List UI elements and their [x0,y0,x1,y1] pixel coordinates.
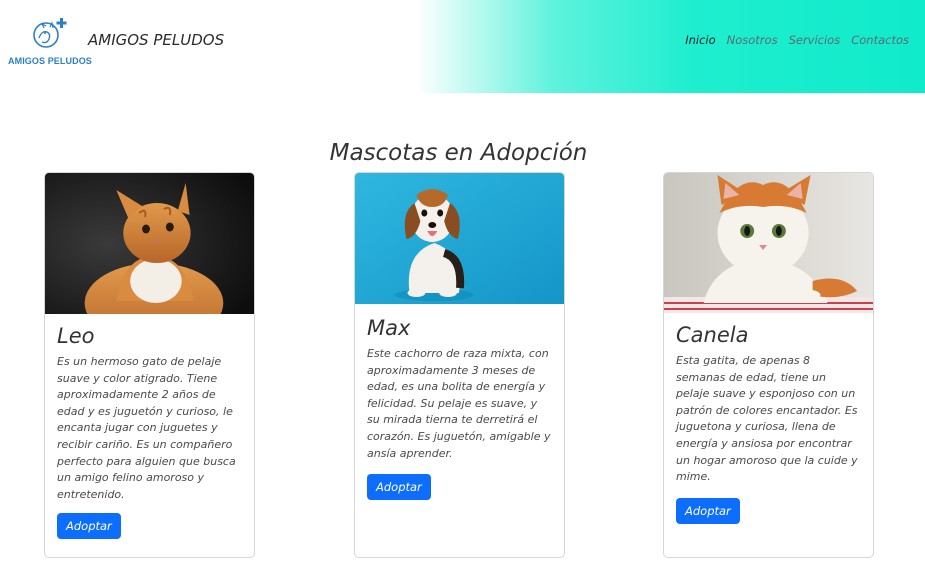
pet-card-leo: Leo Es un hermoso gato de pelaje suave y… [44,172,255,558]
nav-item-inicio[interactable]: Inicio [685,33,715,47]
pet-name: Max [367,316,411,340]
pet-description: Es un hermoso gato de pelaje suave y col… [57,355,236,501]
adopt-button-leo[interactable]: Adoptar [57,513,121,540]
beagle-puppy-image [355,173,564,304]
nav-item-nosotros[interactable]: Nosotros [727,33,778,47]
orange-tabby-cat-image [45,173,254,314]
nav-item-contactos[interactable]: Contactos [851,33,909,47]
pet-name: Canela [676,323,749,347]
pet-description: Esta gatita, de apenas 8 semanas de edad… [676,354,858,484]
pet-logo-icon [33,18,67,48]
page-title: Mascotas en Adopción [329,140,588,166]
brand-name[interactable]: AMIGOS PELUDOS [88,31,224,49]
pet-card-canela: Canela Esta gatita, de apenas 8 semanas … [663,172,874,558]
pet-card-max: Max Este cachorro de raza mixta, con apr… [354,172,565,558]
main-nav: Inicio Nosotros Servicios Contactos [685,33,909,47]
adopt-button-canela[interactable]: Adoptar [676,497,740,524]
adopt-button-max[interactable]: Adoptar [367,474,431,501]
logo-text: AMIGOS PELUDOS [8,56,92,66]
site-header: AMIGOS PELUDOS AMIGOS PELUDOS Inicio Nos… [0,0,925,93]
pet-name: Leo [57,324,95,348]
logo[interactable]: AMIGOS PELUDOS [8,16,92,68]
orange-white-kitten-image [664,173,873,313]
pet-description: Este cachorro de raza mixta, con aproxim… [367,347,551,460]
nav-item-servicios[interactable]: Servicios [789,33,841,47]
